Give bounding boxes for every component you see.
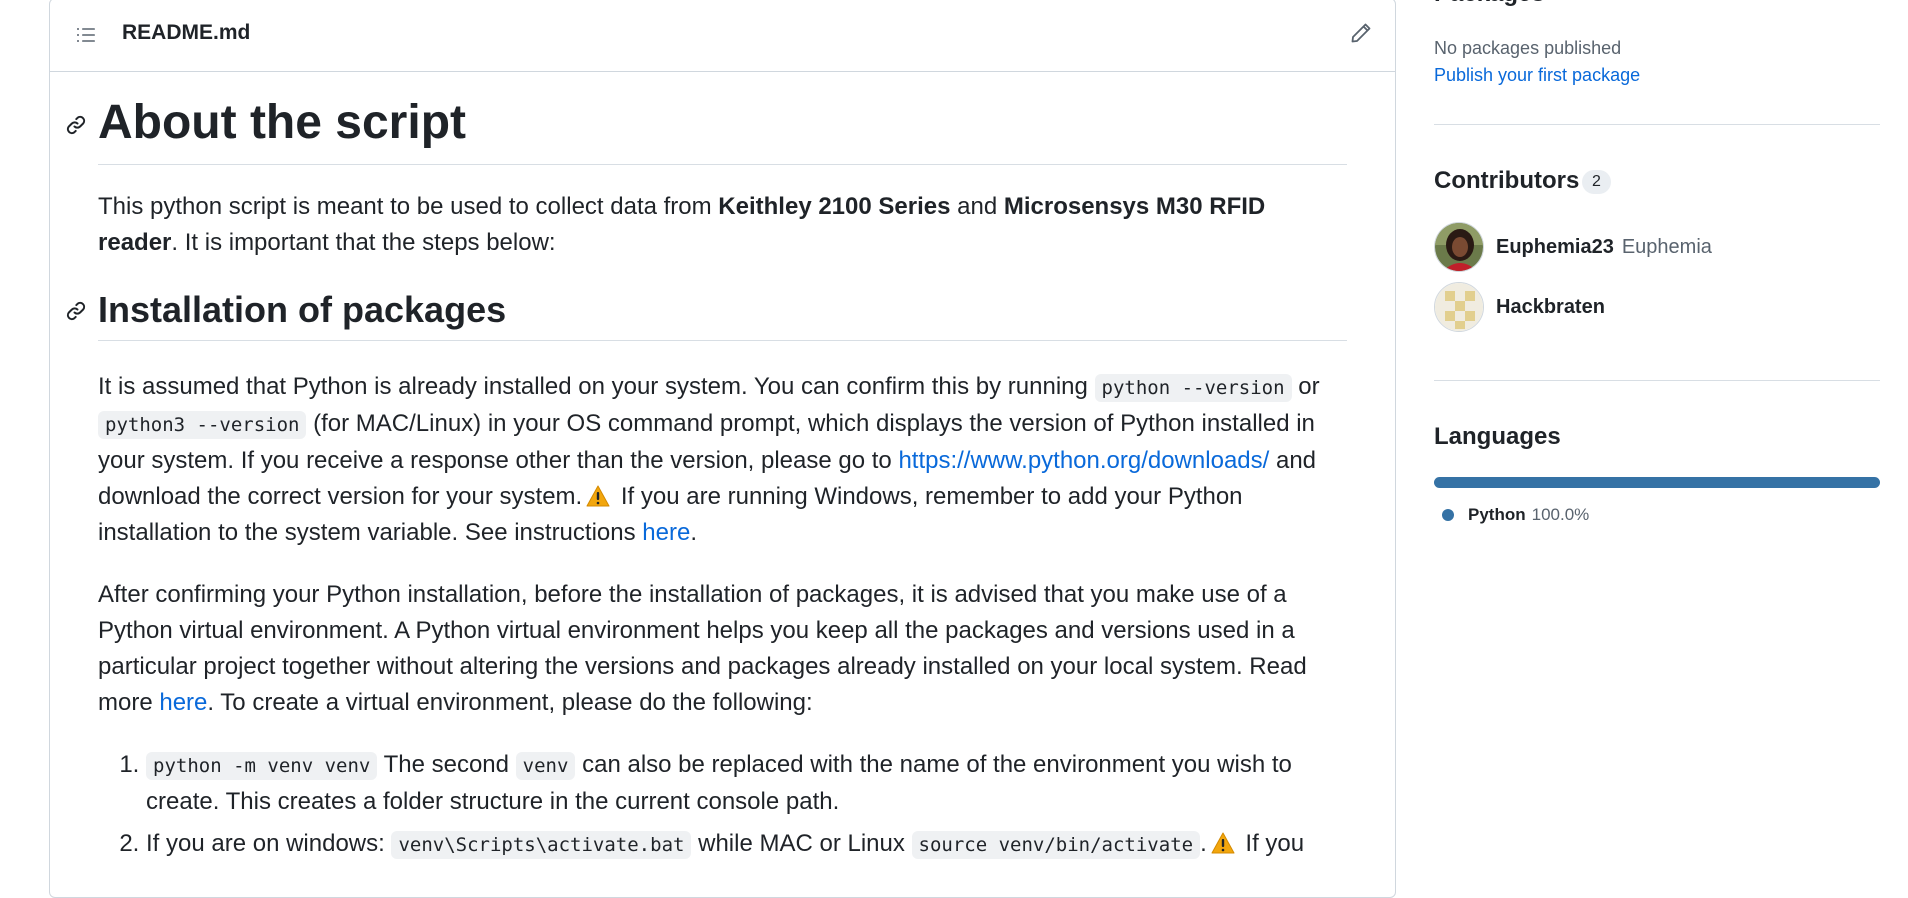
- packages-heading[interactable]: Packages: [1434, 0, 1545, 8]
- venv-read-more-link[interactable]: here: [159, 689, 207, 716]
- readme-filename[interactable]: README.md: [122, 21, 250, 45]
- readme-header: README.md: [50, 0, 1395, 72]
- no-packages-text: No packages published: [1434, 38, 1622, 58]
- bold-text: Keithley 2100 Series: [718, 192, 951, 220]
- text: .: [1200, 830, 1207, 858]
- contributors-count-badge: 2: [1582, 170, 1611, 194]
- inline-code: source venv/bin/activate: [911, 831, 1201, 860]
- contributor-login[interactable]: Euphemia23: [1496, 236, 1614, 259]
- inline-code: python --version: [1094, 374, 1292, 403]
- venv-paragraph: After confirming your Python installatio…: [98, 577, 1347, 721]
- list-item: python -m venv venv The second venv can …: [146, 747, 1347, 820]
- text: . To create a virtual environment, pleas…: [207, 689, 813, 717]
- heading-installation-of-packages: Installation of packages: [66, 288, 1347, 342]
- language-bar-python: [1434, 477, 1880, 488]
- inline-code: venv\Scripts\activate.bat: [391, 831, 692, 860]
- publish-package-link[interactable]: Publish your first package: [1434, 65, 1640, 86]
- text: . It is important that the steps below:: [171, 228, 556, 256]
- contributor-euphemia23[interactable]: Euphemia23 Euphemia: [1434, 221, 1712, 273]
- list-item: If you are on windows: venv\Scripts\acti…: [146, 826, 1347, 863]
- heading-text: About the script: [98, 96, 466, 149]
- readme-panel: README.md About the script This python s…: [49, 0, 1396, 898]
- sidebar-divider: [1434, 380, 1880, 381]
- avatar-photo-icon: [1435, 223, 1483, 271]
- text: It is assumed that Python is already ins…: [98, 373, 1095, 401]
- venv-steps-list: python -m venv venv The second venv can …: [98, 747, 1347, 863]
- warning-icon: [1211, 832, 1235, 854]
- text: .: [690, 519, 697, 547]
- language-color-dot: [1442, 509, 1454, 521]
- language-name: Python: [1468, 505, 1526, 524]
- identicon-icon: [1435, 283, 1483, 331]
- inline-code: python -m venv venv: [146, 752, 378, 781]
- text: If you: [1238, 830, 1305, 858]
- link-icon[interactable]: [64, 113, 88, 137]
- text: or: [1291, 373, 1320, 401]
- contributor-hackbraten[interactable]: Hackbraten: [1434, 281, 1605, 333]
- text: This python script is meant to be used t…: [98, 192, 719, 220]
- python-downloads-link[interactable]: https://www.python.org/downloads/: [898, 447, 1269, 474]
- inline-code: venv: [515, 752, 576, 781]
- contributor-login[interactable]: Hackbraten: [1496, 296, 1605, 319]
- languages-heading: Languages: [1434, 423, 1561, 450]
- avatar[interactable]: [1434, 282, 1484, 332]
- intro-paragraph: This python script is meant to be used t…: [98, 189, 1347, 261]
- text: and: [950, 192, 1004, 220]
- heading-text: Installation of packages: [98, 288, 507, 330]
- language-item-python[interactable]: Python 100.0%: [1442, 505, 1589, 525]
- text: while MAC or Linux: [691, 830, 912, 858]
- list-unordered-icon[interactable]: [74, 23, 98, 47]
- avatar[interactable]: [1434, 222, 1484, 272]
- readme-body: About the script This python script is m…: [66, 71, 1347, 869]
- contributors-heading[interactable]: Contributors: [1434, 167, 1579, 195]
- heading-about-the-script: About the script: [66, 71, 1347, 165]
- text: If you are on windows:: [146, 830, 392, 858]
- text: The second: [377, 751, 516, 779]
- warning-icon: [586, 485, 610, 507]
- sidebar-divider: [1434, 124, 1880, 125]
- inline-code: python3 --version: [98, 411, 307, 440]
- link-icon[interactable]: [64, 299, 88, 323]
- install-paragraph: It is assumed that Python is already ins…: [98, 369, 1347, 551]
- language-percent: 100.0%: [1531, 505, 1590, 524]
- contributor-name: Euphemia: [1621, 235, 1712, 258]
- pencil-icon[interactable]: [1349, 21, 1373, 45]
- windows-instructions-link[interactable]: here: [642, 519, 690, 546]
